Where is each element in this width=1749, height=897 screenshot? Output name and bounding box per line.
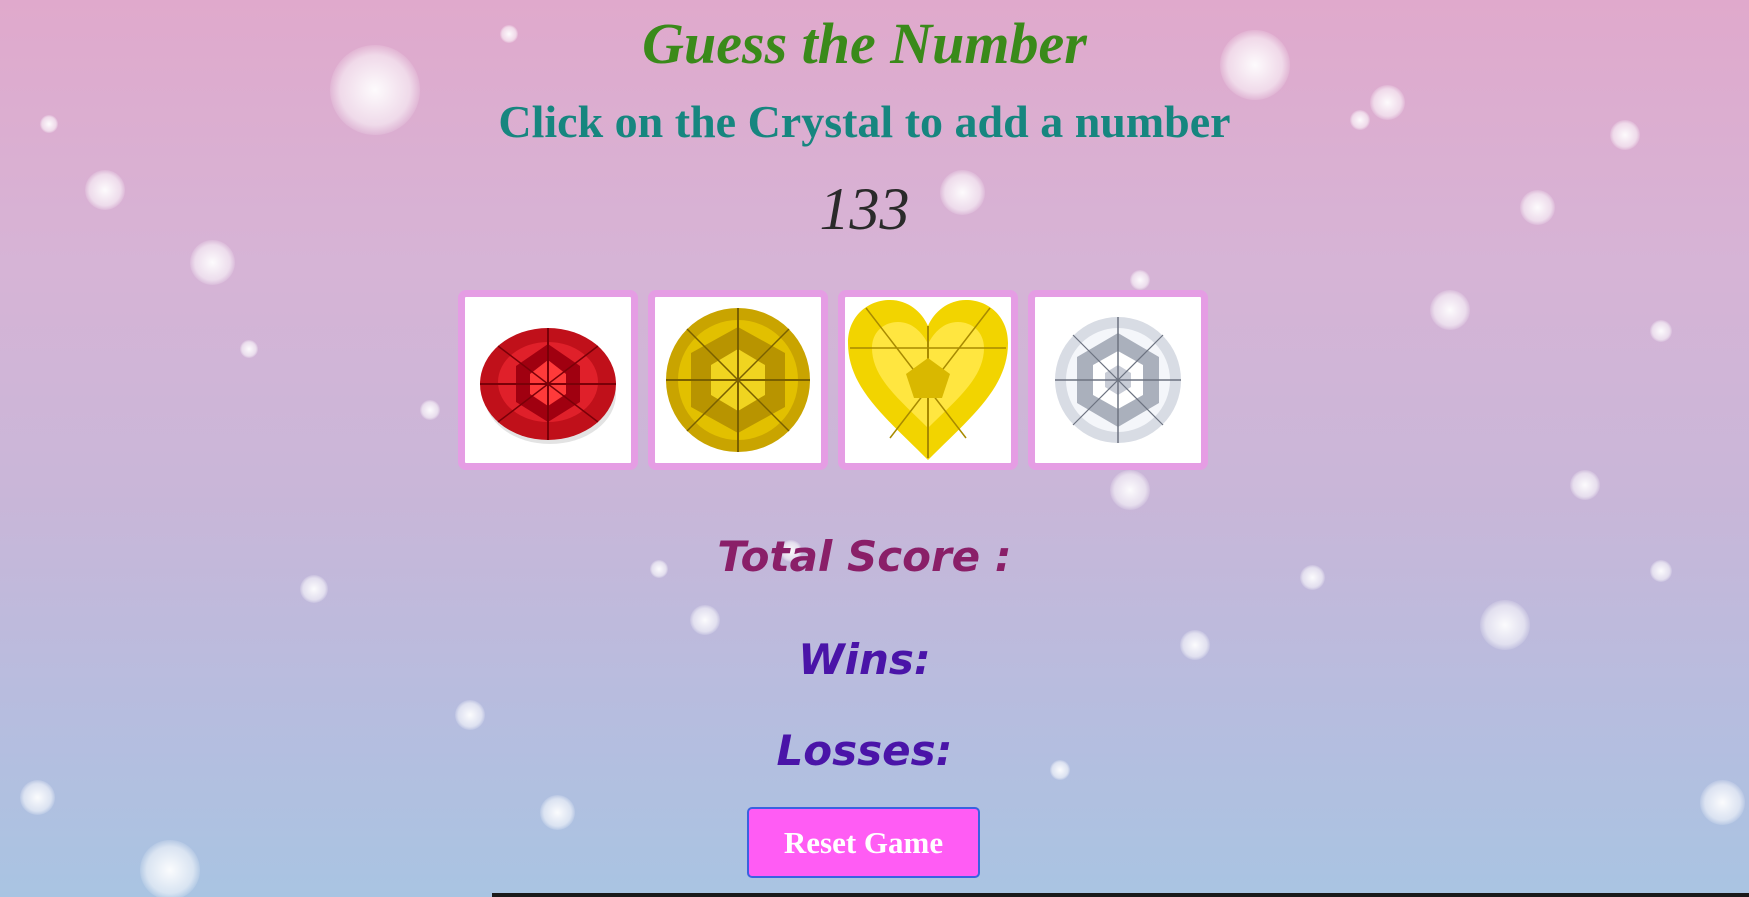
diamond-icon: [1055, 317, 1181, 443]
crystal-yellow-round-button[interactable]: [648, 290, 828, 470]
crystal-yellow-heart-button[interactable]: [838, 290, 1018, 470]
crystal-row: [458, 290, 1208, 470]
reset-game-button[interactable]: Reset Game: [747, 807, 980, 878]
page-divider: [492, 893, 1749, 897]
crystal-white-diamond-button[interactable]: [1028, 290, 1208, 470]
crystal-red-button[interactable]: [458, 290, 638, 470]
game-title: Guess the Number: [642, 11, 1087, 76]
game-container: Guess the Number Click on the Crystal to…: [0, 0, 1749, 897]
target-number: 133: [819, 176, 910, 242]
yellow-heart-gem-icon: [848, 300, 1008, 460]
red-ruby-icon: [480, 328, 616, 444]
instructions-text: Click on the Crystal to add a number: [498, 96, 1231, 147]
losses-label: Losses:: [776, 726, 953, 775]
total-score-label: Total Score :: [717, 532, 1012, 581]
yellow-gem-icon: [666, 308, 810, 452]
wins-label: Wins:: [798, 635, 931, 684]
